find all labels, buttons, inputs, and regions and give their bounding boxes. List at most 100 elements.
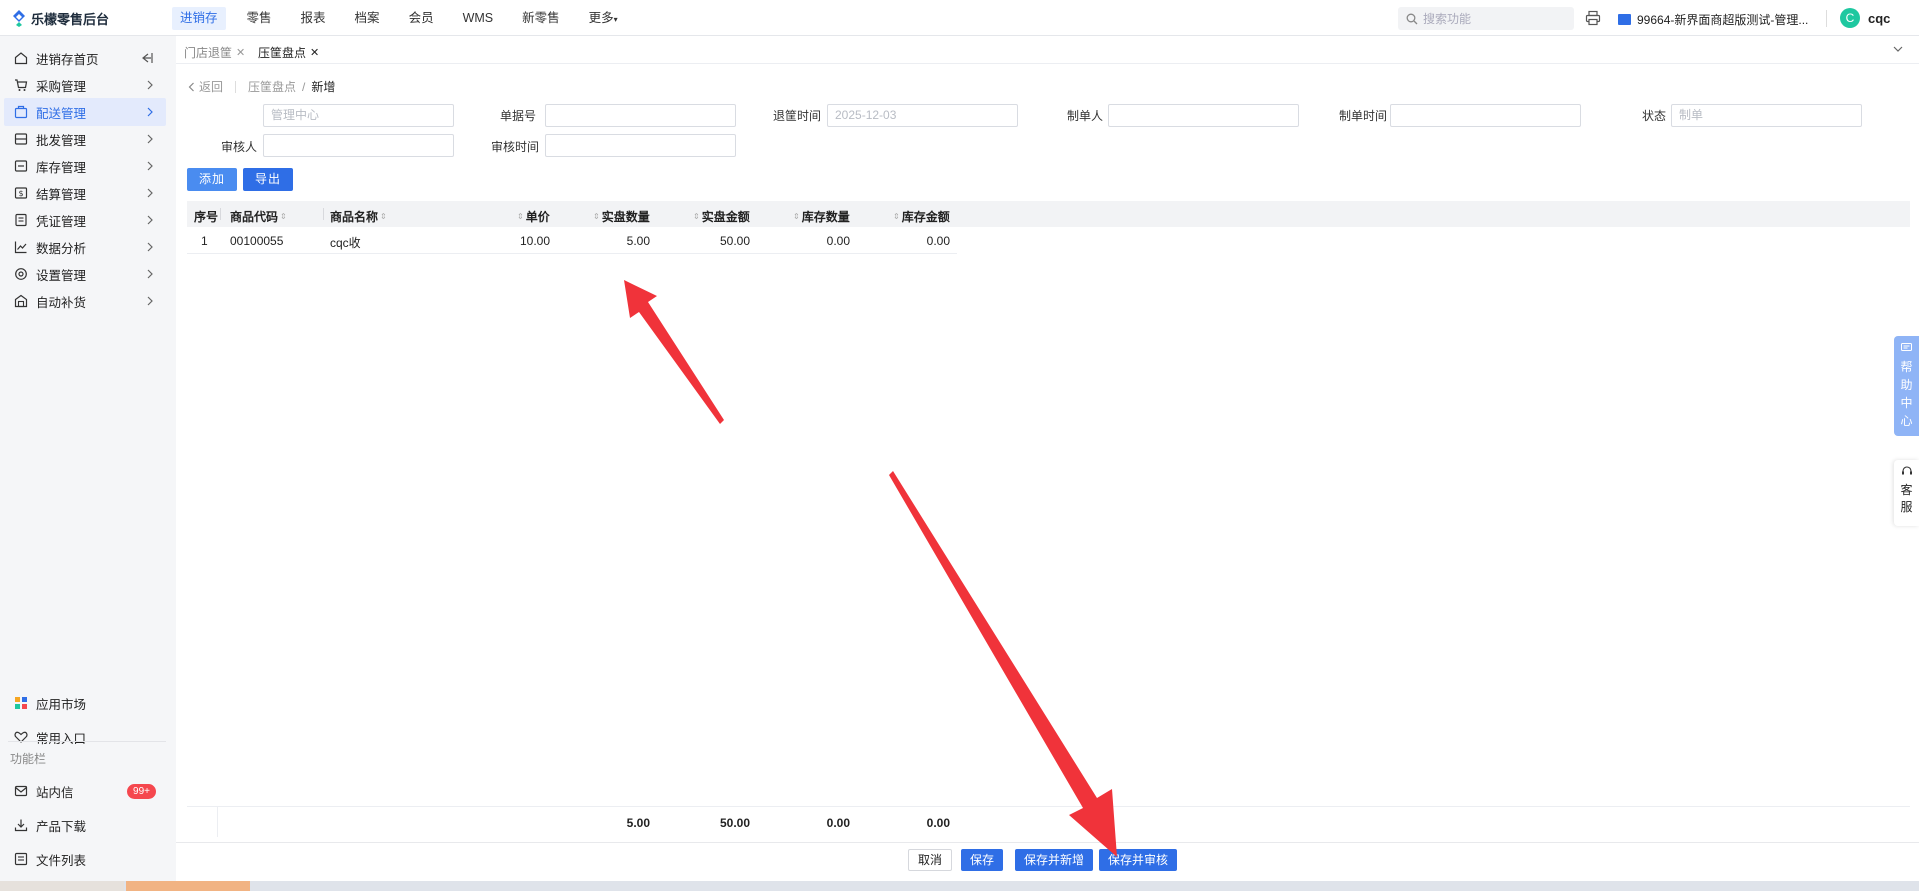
column-header-code[interactable]: 商品代码 ⇕ — [230, 208, 287, 225]
search-box[interactable]: 搜索功能 — [1398, 7, 1574, 30]
audit-time-field[interactable] — [545, 134, 736, 157]
user-menu[interactable]: C cqc — [1840, 8, 1890, 28]
total-stock-amount: 0.00 — [926, 816, 950, 830]
chevron-right-icon — [147, 134, 153, 144]
cell-code: 00100055 — [230, 234, 284, 248]
nav-xinlingshou[interactable]: 新零售 — [514, 7, 568, 30]
sidebar-item-settings[interactable]: 设置管理 — [0, 260, 166, 288]
file-list-icon — [13, 852, 28, 867]
caret-down-icon: ▾ — [613, 15, 618, 24]
collapse-sidebar-icon[interactable] — [140, 52, 154, 64]
store-icon — [1618, 14, 1631, 25]
sidebar-item-label: 站内信 — [36, 785, 74, 800]
app-title: 乐檬零售后台 — [31, 12, 110, 27]
app-logo[interactable]: 乐檬零售后台 — [12, 9, 109, 28]
taskbar-item[interactable] — [0, 881, 124, 891]
search-placeholder: 搜索功能 — [1423, 12, 1472, 26]
help-char: 帮 — [1900, 360, 1913, 374]
sidebar-item-inventory[interactable]: 库存管理 — [0, 152, 166, 180]
table-row[interactable]: 1 00100055 cqc收 10.00 5.00 50.00 0.00 0.… — [187, 227, 957, 254]
nav-wms[interactable]: WMS — [455, 7, 502, 30]
store-selector[interactable]: 99664-新界面商超版测试-管理... — [1618, 11, 1808, 28]
status-label: 状态 — [1641, 109, 1666, 123]
sidebar-item-wholesale[interactable]: 批发管理 — [0, 125, 166, 153]
chevron-right-icon — [147, 296, 153, 306]
sidebar-item-file-list[interactable]: 文件列表 — [0, 845, 166, 873]
sidebar-item-app-market[interactable]: 应用市场 — [0, 689, 166, 717]
nav-more[interactable]: 更多▾ — [581, 7, 626, 30]
close-icon[interactable]: ✕ — [310, 46, 319, 59]
help-char: 中 — [1900, 396, 1913, 410]
sidebar-item-settlement[interactable]: $ 结算管理 — [0, 179, 166, 207]
sidebar-item-label: 数据分析 — [36, 241, 87, 256]
table-header: 序号 商品代码 ⇕ 商品名称 ⇕ ⇕ 单价 ⇕ 实盘数量 ⇕ 实盘金额 ⇕ 库存数量 ⇕ 库存… — [187, 201, 1910, 227]
column-header-qty[interactable]: ⇕ 实盘数量 — [593, 208, 650, 225]
tab-store-basket-return[interactable]: 门店退筐 ✕ — [184, 44, 245, 61]
sidebar-item-label: 批发管理 — [36, 133, 87, 148]
export-button[interactable]: 导出 — [243, 168, 294, 191]
app-market-icon — [13, 696, 28, 711]
add-button[interactable]: 添加 — [187, 168, 238, 191]
column-header-label: 商品代码 — [230, 210, 279, 224]
sidebar-item-label: 采购管理 — [36, 79, 87, 94]
nav-more-label: 更多 — [588, 11, 614, 25]
sidebar-item-download[interactable]: 产品下载 — [0, 811, 166, 839]
total-amount: 50.00 — [719, 816, 750, 830]
help-center-widget[interactable]: 帮 助 中 心 — [1894, 336, 1919, 436]
nav-huiyuan[interactable]: 会员 — [401, 7, 442, 30]
taskbar-item[interactable] — [126, 881, 250, 891]
user-name: cqc — [1868, 10, 1891, 26]
save-and-audit-button[interactable]: 保存并审核 — [1099, 849, 1178, 871]
download-icon — [13, 818, 28, 833]
chevron-right-icon — [147, 188, 153, 198]
divider — [323, 208, 324, 220]
message-icon — [1901, 343, 1912, 351]
save-button[interactable]: 保存 — [961, 849, 1004, 871]
cancel-button[interactable]: 取消 — [908, 849, 953, 871]
chevron-down-icon[interactable] — [1893, 45, 1903, 53]
divider — [235, 80, 237, 93]
column-header-label: 商品名称 — [330, 210, 379, 224]
close-icon[interactable]: ✕ — [236, 46, 245, 59]
nav-jinxiaocun[interactable]: 进销存 — [172, 7, 226, 30]
order-no-field[interactable] — [545, 104, 736, 127]
sidebar-item-restock[interactable]: 自动补货 — [0, 287, 166, 315]
column-header-name[interactable]: 商品名称 ⇕ — [330, 208, 387, 225]
nav-lingshou[interactable]: 零售 — [239, 7, 280, 30]
back-link[interactable]: 返回 — [188, 78, 223, 95]
sidebar-item-favorites[interactable]: 常用入口 — [0, 723, 166, 751]
divider — [1826, 10, 1827, 27]
customer-service-widget[interactable]: 客 服 — [1894, 460, 1919, 526]
store-field[interactable]: 管理中心 — [263, 104, 454, 127]
chevron-right-icon — [147, 107, 153, 117]
create-time-field[interactable] — [1390, 104, 1581, 127]
tab-basket-count[interactable]: 压筐盘点 ✕ — [258, 44, 319, 61]
sidebar-item-analytics[interactable]: 数据分析 — [0, 233, 166, 261]
creator-field[interactable] — [1108, 104, 1299, 127]
sort-icon: ⇕ — [693, 212, 700, 221]
sidebar-item-label: 产品下载 — [36, 819, 87, 834]
sidebar-item-purchase[interactable]: 采购管理 — [0, 71, 166, 99]
delivery-icon — [13, 105, 28, 120]
nav-dangan[interactable]: 档案 — [347, 7, 388, 30]
tab-label: 门店退筐 — [184, 46, 233, 60]
wholesale-icon — [13, 132, 28, 147]
column-header-amount[interactable]: ⇕ 实盘金额 — [693, 208, 750, 225]
column-header-label: 库存数量 — [801, 210, 850, 224]
printer-icon[interactable] — [1585, 10, 1601, 26]
save-and-new-button[interactable]: 保存并新增 — [1015, 849, 1094, 871]
store-name: 99664-新界面商超版测试-管理... — [1637, 13, 1809, 27]
status-field[interactable]: 制单 — [1671, 104, 1862, 127]
sidebar-item-delivery[interactable]: 配送管理 — [4, 98, 166, 126]
nav-baobiao[interactable]: 报表 — [293, 7, 334, 30]
column-header-price[interactable]: ⇕ 单价 — [517, 208, 550, 225]
column-header-stock-amount[interactable]: ⇕ 库存金额 — [893, 208, 950, 225]
auditor-field[interactable] — [263, 134, 454, 157]
mail-icon — [13, 784, 28, 799]
breadcrumb-parent[interactable]: 压筐盘点 — [248, 78, 296, 95]
sidebar-item-messages[interactable]: 站内信 99+ — [0, 777, 166, 805]
return-time-field[interactable]: 2025-12-03 — [827, 104, 1018, 127]
sidebar-item-voucher[interactable]: 凭证管理 — [0, 206, 166, 234]
column-header-stock-qty[interactable]: ⇕ 库存数量 — [793, 208, 850, 225]
sidebar-item-home[interactable]: 进销存首页 — [0, 44, 166, 72]
